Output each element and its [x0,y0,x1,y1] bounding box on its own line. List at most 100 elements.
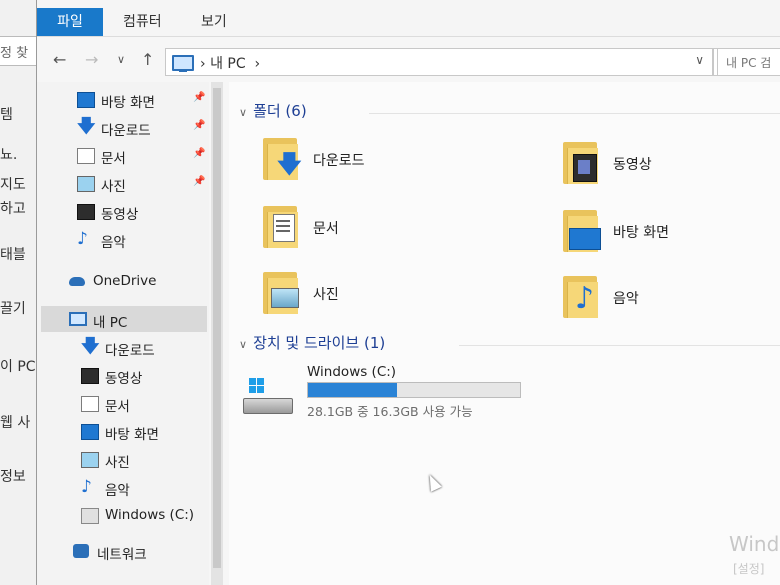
folder-music[interactable]: ♪ 음악 [563,270,763,330]
nav-item-desktop[interactable]: 바탕 화면 📌 [77,88,207,112]
this-pc-icon [172,55,194,72]
nav-item-pc-drive-c[interactable]: Windows (C:) [81,504,207,528]
video-icon [81,368,99,384]
section-divider [459,345,780,346]
folder-label: 사진 [313,287,339,303]
music-icon: ♪ [81,477,92,497]
download-icon: 🡇 [77,116,96,137]
breadcrumb-separator: › [245,56,261,72]
background-text-line: 이 PC [0,359,36,375]
background-text-line: 템 [0,107,13,123]
navigation-pane: 바탕 화면 📌 🡇 다운로드 📌 문서 📌 사진 📌 동영상 ♪ 음악 OneD… [37,82,209,585]
recent-locations-chevron-icon[interactable]: ∨ [117,53,125,66]
background-text-line: 정보 [0,469,26,485]
drive-name: Windows (C:) [307,364,397,380]
document-icon [77,148,95,164]
ribbon: 파일 컴퓨터 보기 [37,0,780,37]
nav-item-label: OneDrive [93,273,157,289]
background-text-line: 웹 사 [0,415,31,431]
desktop-icon [81,424,99,440]
activation-watermark-sub: [설정] [733,562,765,576]
nav-item-downloads[interactable]: 🡇 다운로드 📌 [77,116,207,140]
nav-item-music[interactable]: ♪ 음악 [77,228,207,252]
picture-icon [77,176,95,192]
folder-label: 문서 [313,221,339,237]
nav-scrollbar[interactable] [211,82,223,585]
nav-scrollbar-thumb[interactable] [213,88,221,568]
address-bar[interactable]: › 내 PC › ∨ [165,48,713,76]
nav-item-pc-pictures[interactable]: 사진 [81,448,207,472]
mouse-cursor-icon [424,472,442,492]
section-divider [369,113,780,114]
nav-item-this-pc[interactable]: 내 PC [69,308,207,332]
nav-item-label: 네트워크 [97,547,147,563]
nav-item-label: 동영상 [105,371,143,387]
folder-downloads[interactable]: 🡇 다운로드 [263,132,463,192]
background-text-line: 지도 [0,177,26,193]
nav-item-label: 동영상 [101,207,139,223]
back-arrow-icon[interactable]: ← [53,50,66,69]
this-pc-icon [69,312,87,326]
address-row: ← → ∨ ↑ › 내 PC › ∨ ↻ 내 PC 검 [37,44,780,78]
up-arrow-icon[interactable]: ↑ [141,50,154,69]
nav-item-pc-videos[interactable]: 동영상 [81,364,207,388]
drives-section-header[interactable]: ∨ 장치 및 드라이브 (1) [239,332,385,353]
folder-documents[interactable]: 문서 [263,200,463,260]
background-window: 정 찾 템 뇨. 지도 하고 태블 끌기 이 PC 웹 사 정보 [0,0,41,585]
breadcrumb[interactable]: › 내 PC › [200,53,260,73]
picture-folder-icon [263,266,303,316]
nav-item-onedrive[interactable]: OneDrive [69,270,207,294]
activation-watermark: Wind [729,532,780,556]
desktop-icon [77,92,95,108]
background-text-line: 하고 [0,201,26,217]
nav-item-pc-desktop[interactable]: 바탕 화면 [81,420,207,444]
nav-item-label: 문서 [105,399,130,415]
drives-section-title: 장치 및 드라이브 (1) [253,334,386,352]
tab-file[interactable]: 파일 [37,8,103,36]
nav-item-pictures[interactable]: 사진 📌 [77,172,207,196]
nav-item-label: 사진 [105,455,130,471]
nav-item-label: 사진 [101,179,126,195]
background-text-line: 태블 [0,247,26,263]
nav-item-pc-downloads[interactable]: 🡇 다운로드 [81,336,207,360]
folder-label: 음악 [613,291,639,307]
search-input[interactable]: 내 PC 검 [717,48,780,76]
search-placeholder: 내 PC 검 [726,56,772,70]
nav-item-label: 바탕 화면 [105,427,159,443]
nav-item-label: 음악 [101,235,126,251]
nav-item-label: 내 PC [93,315,128,331]
folder-videos[interactable]: 동영상 [563,136,763,196]
background-text-line: 끌기 [0,301,26,317]
folders-section-header[interactable]: ∨ 폴더 (6) [239,100,307,121]
document-icon [81,396,99,412]
content-pane: ∨ 폴더 (6) 🡇 다운로드 동영상 문서 바탕 화면 사진 ♪ 음악 ∨ 장… [229,82,780,585]
folder-label: 바탕 화면 [613,225,669,241]
drive-c[interactable]: Windows (C:) 28.1GB 중 16.3GB 사용 가능 [243,364,543,424]
video-folder-icon [563,136,603,186]
folder-label: 동영상 [613,157,652,173]
nav-item-pc-documents[interactable]: 문서 [81,392,207,416]
nav-item-videos[interactable]: 동영상 [77,200,207,224]
music-icon: ♪ [77,229,88,249]
chevron-down-icon: ∨ [239,106,248,119]
folders-section-title: 폴더 (6) [253,102,307,120]
tab-computer[interactable]: 컴퓨터 [123,8,162,36]
windows-logo-icon [249,378,265,394]
pin-icon: 📌 [193,176,206,187]
background-search-box[interactable]: 정 찾 [0,36,37,66]
forward-arrow-icon[interactable]: → [85,50,98,69]
nav-item-pc-music[interactable]: ♪ 음악 [81,476,207,500]
document-folder-icon [263,200,303,250]
nav-item-network[interactable]: 네트워크 [73,540,207,564]
address-dropdown-icon[interactable]: ∨ [695,53,704,67]
folder-desktop[interactable]: 바탕 화면 [563,204,763,264]
breadcrumb-this-pc[interactable]: 내 PC [210,56,246,72]
download-folder-icon: 🡇 [263,132,303,182]
nav-item-label: 문서 [101,151,126,167]
background-search-text: 정 찾 [0,46,29,61]
file-explorer-window: 파일 컴퓨터 보기 ← → ∨ ↑ › 내 PC › ∨ ↻ 내 PC 검 바탕… [36,0,780,585]
tab-view[interactable]: 보기 [201,8,227,36]
nav-item-documents[interactable]: 문서 📌 [77,144,207,168]
folder-pictures[interactable]: 사진 [263,266,463,326]
drive-usage-bar [307,382,521,398]
